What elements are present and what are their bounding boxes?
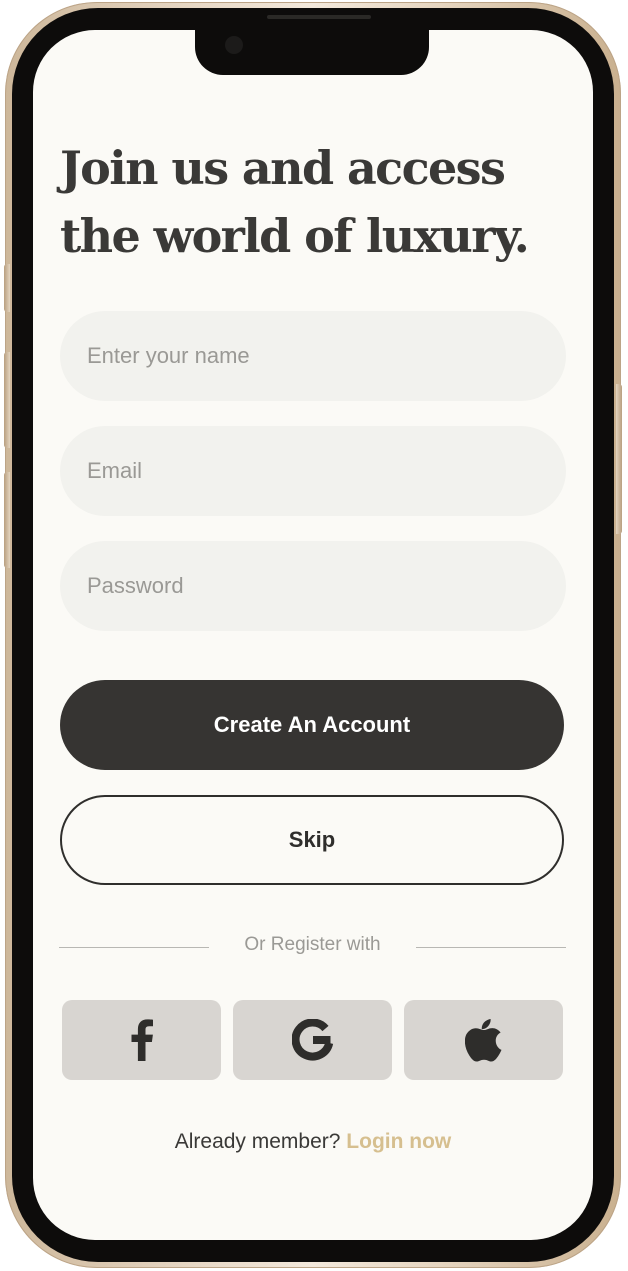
already-member-text: Already member? xyxy=(174,1130,341,1153)
facebook-button[interactable] xyxy=(62,1000,221,1080)
phone-notch xyxy=(195,28,429,75)
camera-icon xyxy=(225,36,243,54)
apple-button[interactable] xyxy=(404,1000,563,1080)
title-line-2: the world of luxury. xyxy=(60,209,530,263)
email-input[interactable] xyxy=(60,426,566,516)
create-account-button[interactable]: Create An Account xyxy=(60,680,564,770)
google-icon xyxy=(291,1019,334,1061)
page-title: Join us and access the world of luxury. xyxy=(60,134,560,270)
apple-icon xyxy=(464,1018,503,1062)
volume-up-button xyxy=(4,352,10,448)
app-screen: Join us and access the world of luxury. … xyxy=(33,30,593,1240)
divider-right xyxy=(416,947,566,948)
skip-button[interactable]: Skip xyxy=(60,795,564,885)
divider-left xyxy=(59,947,209,948)
password-input[interactable] xyxy=(60,541,566,631)
mute-switch xyxy=(4,264,10,312)
speaker-grille xyxy=(267,15,371,19)
volume-down-button xyxy=(4,472,10,568)
login-link[interactable]: Login now xyxy=(346,1130,451,1153)
name-input[interactable] xyxy=(60,311,566,401)
google-button[interactable] xyxy=(233,1000,392,1080)
facebook-icon xyxy=(130,1019,154,1061)
power-button xyxy=(616,384,622,534)
register-with-label: Or Register with xyxy=(244,934,381,955)
login-prompt: Already member? Login now xyxy=(33,1130,593,1154)
title-line-1: Join us and access xyxy=(60,141,506,195)
